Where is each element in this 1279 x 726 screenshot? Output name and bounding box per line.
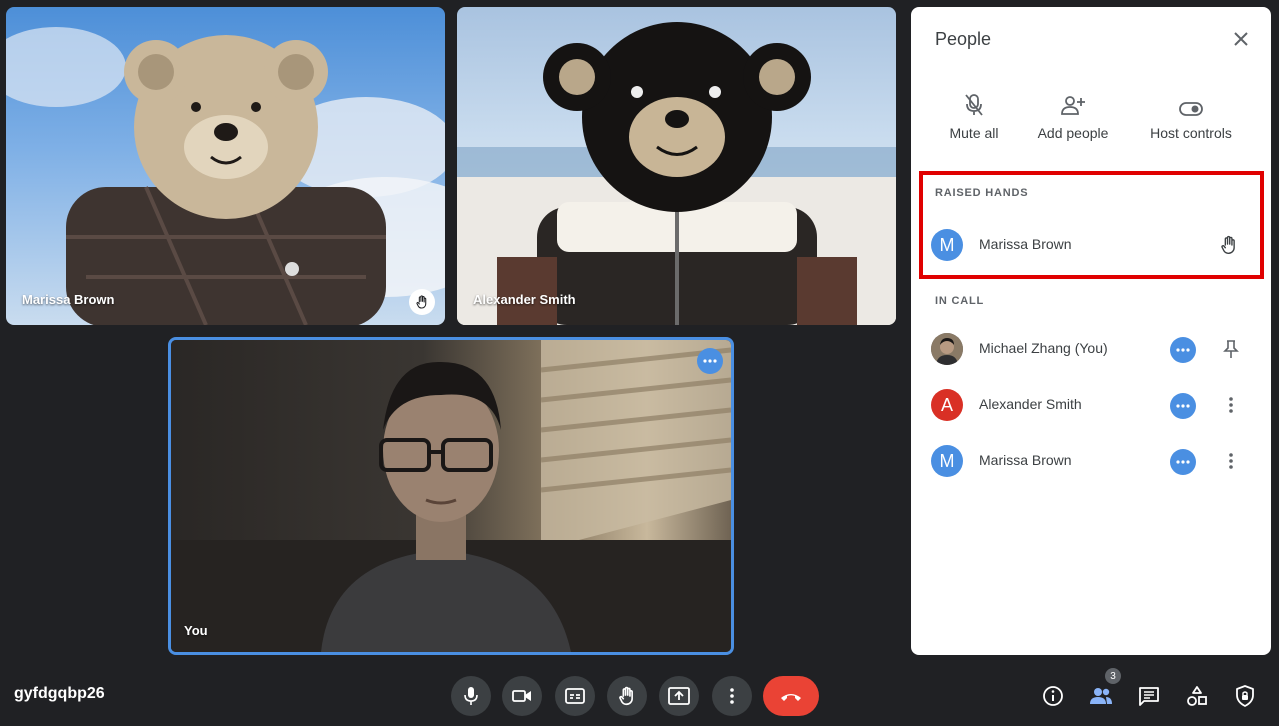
people-panel: People Mute all Add people Host controls… bbox=[911, 7, 1271, 655]
avatar: A bbox=[931, 389, 963, 421]
close-icon bbox=[1234, 32, 1248, 46]
toggle-icon bbox=[1179, 102, 1203, 116]
end-call-icon bbox=[781, 694, 801, 701]
video-feed bbox=[171, 340, 731, 652]
video-feed bbox=[6, 7, 445, 325]
more-options-button[interactable] bbox=[1219, 393, 1243, 417]
more-horiz-icon bbox=[1176, 460, 1190, 464]
lower-hand-button[interactable] bbox=[1217, 233, 1241, 257]
raise-hand-button[interactable] bbox=[607, 676, 647, 716]
meeting-code: gyfdgqbp26 bbox=[14, 685, 105, 702]
show-everyone-button[interactable] bbox=[1085, 680, 1117, 712]
raise-hand-icon bbox=[1221, 235, 1235, 254]
more-vert-icon bbox=[1229, 453, 1233, 469]
participant-options-button[interactable] bbox=[1170, 449, 1196, 475]
mic-off-icon bbox=[965, 94, 983, 116]
activities-icon bbox=[1187, 686, 1207, 706]
raised-hand-row-marissa-brown[interactable]: M Marissa Brown bbox=[911, 220, 1271, 270]
present-icon bbox=[668, 687, 690, 705]
person-add-icon bbox=[1061, 96, 1085, 115]
panel-actions: Mute all Add people Host controls bbox=[911, 87, 1271, 147]
people-icon bbox=[1090, 688, 1112, 704]
participant-row-marissa-brown[interactable]: M Marissa Brown bbox=[911, 436, 1271, 486]
close-panel-button[interactable] bbox=[1229, 27, 1253, 51]
captions-icon bbox=[565, 688, 585, 704]
more-horiz-icon bbox=[1176, 404, 1190, 408]
info-icon bbox=[1043, 686, 1063, 706]
host-controls-label: Host controls bbox=[1150, 125, 1232, 141]
end-call-button[interactable] bbox=[763, 676, 819, 716]
in-call-label: IN CALL bbox=[935, 295, 984, 307]
participant-name: Alexander Smith bbox=[473, 292, 576, 307]
camera-icon bbox=[512, 690, 531, 702]
participant-options-button[interactable] bbox=[1170, 337, 1196, 363]
meeting-details-button[interactable] bbox=[1037, 680, 1069, 712]
host-controls-button[interactable]: Host controls bbox=[1141, 87, 1241, 141]
mic-icon bbox=[464, 687, 478, 705]
video-tile-alexander-smith[interactable]: Alexander Smith bbox=[457, 7, 896, 325]
camera-button[interactable] bbox=[502, 676, 542, 716]
raised-hands-label: RAISED HANDS bbox=[935, 187, 1029, 199]
captions-button[interactable] bbox=[555, 676, 595, 716]
participant-name: Marissa Brown bbox=[22, 292, 115, 307]
raise-hand-icon bbox=[416, 295, 427, 309]
activities-button[interactable] bbox=[1181, 680, 1213, 712]
video-feed bbox=[457, 7, 896, 325]
video-tile-marissa-brown[interactable]: Marissa Brown bbox=[6, 7, 445, 325]
add-people-label: Add people bbox=[1037, 125, 1109, 141]
participant-name: Marissa Brown bbox=[979, 452, 1072, 468]
more-options-button[interactable] bbox=[1219, 449, 1243, 473]
mute-all-label: Mute all bbox=[949, 125, 999, 141]
participant-row-alexander-smith[interactable]: A Alexander Smith bbox=[911, 380, 1271, 430]
video-tile-self[interactable]: You bbox=[168, 337, 734, 655]
present-button[interactable] bbox=[659, 676, 699, 716]
participant-name: You bbox=[184, 623, 208, 638]
more-vert-icon bbox=[1229, 397, 1233, 413]
chat-button[interactable] bbox=[1133, 680, 1165, 712]
self-tile-more-button[interactable] bbox=[697, 348, 723, 374]
host-controls-toolbar-button[interactable] bbox=[1229, 680, 1261, 712]
people-count-badge: 3 bbox=[1105, 668, 1121, 684]
avatar-photo bbox=[931, 333, 963, 365]
chat-icon bbox=[1139, 687, 1159, 706]
host-lock-icon bbox=[1236, 685, 1254, 707]
participant-name: Alexander Smith bbox=[979, 396, 1082, 412]
participant-options-button[interactable] bbox=[1170, 393, 1196, 419]
add-people-button[interactable]: Add people bbox=[1029, 87, 1117, 141]
more-horiz-icon bbox=[1176, 348, 1190, 352]
more-options-button[interactable] bbox=[712, 676, 752, 716]
mute-all-button[interactable]: Mute all bbox=[941, 87, 1007, 141]
pin-button[interactable] bbox=[1219, 337, 1243, 361]
avatar: M bbox=[931, 229, 963, 261]
participant-row-michael-zhang[interactable]: Michael Zhang (You) bbox=[911, 324, 1271, 374]
pin-icon bbox=[1223, 340, 1239, 358]
panel-title: People bbox=[935, 29, 992, 49]
more-vert-icon bbox=[730, 688, 734, 704]
raised-hand-badge bbox=[409, 289, 435, 315]
avatar: M bbox=[931, 445, 963, 477]
raise-hand-icon bbox=[619, 686, 633, 706]
avatar bbox=[931, 333, 963, 365]
participant-name: Michael Zhang (You) bbox=[979, 340, 1108, 356]
more-horiz-icon bbox=[703, 359, 717, 363]
participant-name: Marissa Brown bbox=[979, 236, 1072, 252]
mic-button[interactable] bbox=[451, 676, 491, 716]
